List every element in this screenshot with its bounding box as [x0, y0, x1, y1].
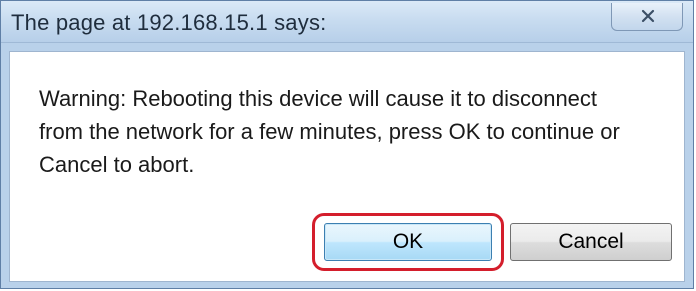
- close-icon: [641, 9, 655, 23]
- dialog-title: The page at 192.168.15.1 says:: [11, 10, 327, 35]
- alert-dialog: The page at 192.168.15.1 says: Warning: …: [0, 0, 694, 289]
- cancel-button[interactable]: Cancel: [510, 223, 672, 261]
- dialog-titlebar[interactable]: The page at 192.168.15.1 says:: [1, 1, 693, 43]
- dialog-button-bar: OK Cancel: [10, 205, 684, 281]
- dialog-message: Warning: Rebooting this device will caus…: [39, 86, 620, 177]
- ok-button[interactable]: OK: [324, 223, 492, 261]
- dialog-body: Warning: Rebooting this device will caus…: [9, 51, 685, 282]
- close-button[interactable]: [611, 3, 683, 31]
